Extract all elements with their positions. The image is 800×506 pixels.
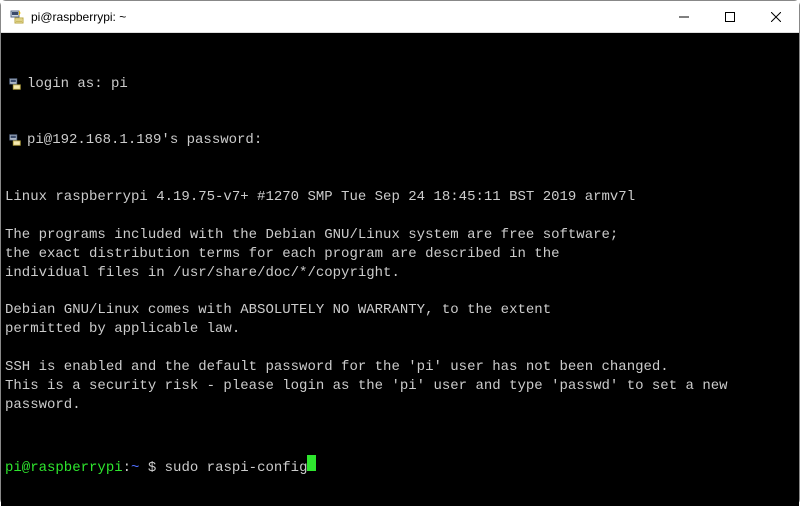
- prompt-command: sudo raspi-config: [165, 459, 308, 478]
- shell-prompt: pi@raspberrypi:~ $ sudo raspi-config: [5, 455, 795, 478]
- login-line-2: pi@192.168.1.189's password:: [5, 131, 795, 150]
- titlebar: pi@raspberrypi: ~: [1, 1, 799, 33]
- close-button[interactable]: [753, 1, 799, 32]
- motd-text: Linux raspberrypi 4.19.75-v7+ #1270 SMP …: [5, 188, 795, 415]
- window-controls: [661, 1, 799, 32]
- terminal-area[interactable]: login as: pi pi@192.168.1.189's password…: [1, 33, 799, 506]
- prompt-colon: :: [123, 459, 131, 478]
- prompt-cwd: ~: [131, 459, 139, 478]
- putty-app-icon: [9, 9, 25, 25]
- putty-glyph-icon: [7, 133, 23, 147]
- minimize-icon: [679, 12, 689, 22]
- minimize-button[interactable]: [661, 1, 707, 32]
- maximize-button[interactable]: [707, 1, 753, 32]
- prompt-user-host: pi@raspberrypi: [5, 459, 123, 478]
- close-icon: [771, 12, 781, 22]
- password-prompt-text: pi@192.168.1.189's password:: [27, 131, 262, 150]
- login-as-text: login as: pi: [27, 75, 128, 94]
- window-title: pi@raspberrypi: ~: [31, 10, 661, 24]
- cursor-block: [307, 455, 316, 471]
- putty-glyph-icon: [7, 77, 23, 91]
- prompt-dollar: $: [139, 459, 164, 478]
- maximize-icon: [725, 12, 735, 22]
- login-line-1: login as: pi: [5, 75, 795, 94]
